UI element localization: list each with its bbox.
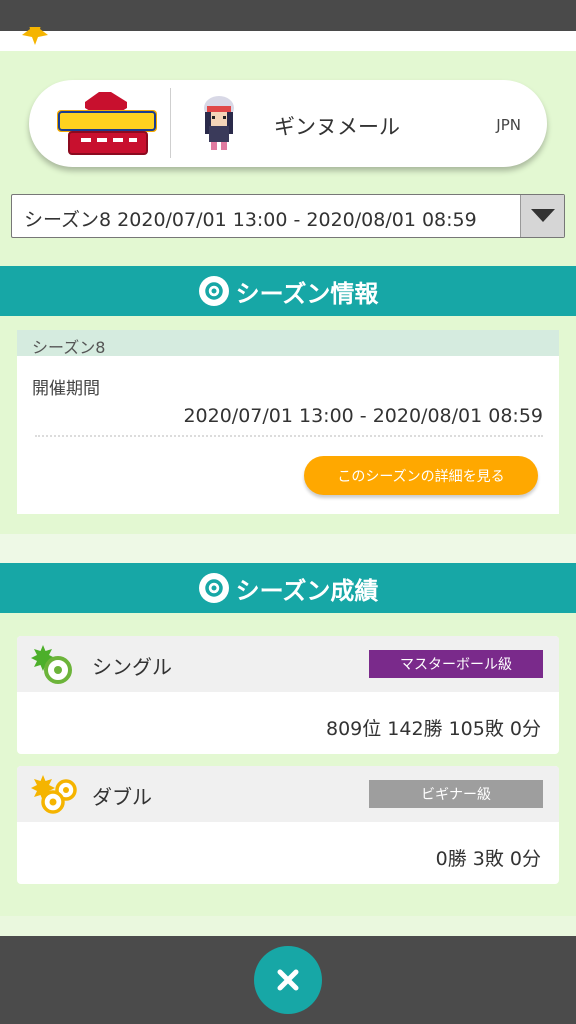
trainer-avatar bbox=[204, 96, 234, 150]
dotted-divider bbox=[35, 435, 543, 437]
player-region: JPN bbox=[496, 116, 521, 134]
pokeball-icon bbox=[198, 276, 229, 306]
player-name: ギンヌメール bbox=[274, 115, 400, 139]
pokemon-shield-logo bbox=[57, 92, 157, 155]
bottom-spacer bbox=[0, 916, 576, 936]
single-battle-stats: 809位 142勝 105敗 0分 bbox=[325, 718, 541, 740]
close-icon bbox=[277, 969, 299, 991]
section-spacer bbox=[0, 534, 576, 564]
double-battle-label: ダブル bbox=[92, 785, 152, 809]
double-battle-header: ダブル ビギナー級 bbox=[17, 766, 559, 822]
star-icon bbox=[22, 27, 48, 45]
top-bar bbox=[0, 0, 576, 31]
single-battle-card: シングル マスターボール級 809位 142勝 105敗 0分 bbox=[17, 636, 559, 754]
season-results-title: シーズン成績 bbox=[235, 576, 379, 605]
season-info-card: シーズン8 開催期間 2020/07/01 13:00 - 2020/08/01… bbox=[17, 330, 559, 514]
profile-divider bbox=[170, 88, 171, 158]
season-select-value: シーズン8 2020/07/01 13:00 - 2020/08/01 08:5… bbox=[24, 209, 477, 231]
season-select[interactable]: シーズン8 2020/07/01 13:00 - 2020/08/01 08:5… bbox=[11, 194, 565, 238]
chevron-down-icon[interactable] bbox=[520, 195, 564, 237]
season-results-header: シーズン成績 bbox=[0, 563, 576, 613]
double-battle-stats: 0勝 3敗 0分 bbox=[435, 848, 541, 870]
single-battle-header: シングル マスターボール級 bbox=[17, 636, 559, 692]
double-battle-icon bbox=[31, 775, 77, 814]
period-title: 開催期間 bbox=[32, 379, 100, 399]
single-rank-badge: マスターボール級 bbox=[369, 650, 543, 678]
season-info-title: シーズン情報 bbox=[235, 279, 379, 308]
double-battle-card: ダブル ビギナー級 0勝 3敗 0分 bbox=[17, 766, 559, 884]
single-battle-label: シングル bbox=[92, 655, 172, 679]
top-strip bbox=[0, 27, 576, 51]
double-rank-badge: ビギナー級 bbox=[369, 780, 543, 808]
profile-card: ギンヌメール JPN bbox=[29, 80, 547, 167]
single-battle-icon bbox=[31, 645, 72, 684]
season-label: シーズン8 bbox=[32, 338, 106, 357]
pokeball-icon bbox=[198, 573, 229, 603]
period-value: 2020/07/01 13:00 - 2020/08/01 08:59 bbox=[183, 405, 543, 427]
season-info-header: シーズン情報 bbox=[0, 266, 576, 316]
season-detail-button[interactable]: このシーズンの詳細を見る bbox=[304, 456, 538, 495]
season-label-bar: シーズン8 bbox=[17, 330, 559, 357]
close-button[interactable] bbox=[254, 946, 322, 1014]
